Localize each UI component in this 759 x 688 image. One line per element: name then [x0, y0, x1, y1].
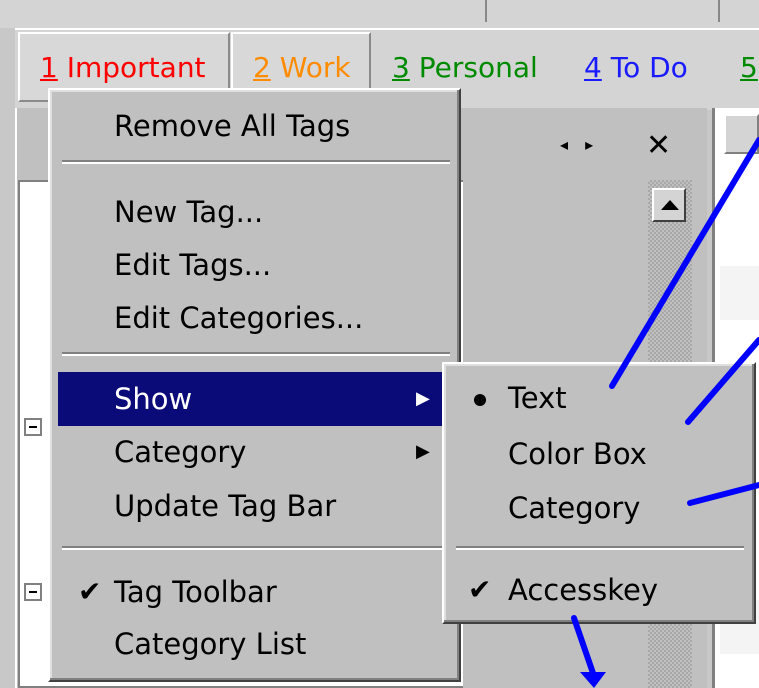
tag-work[interactable]: 2 Work — [253, 52, 351, 84]
tag-todo-label: To Do — [601, 51, 688, 84]
menu-item-remove-all-tags[interactable]: Remove All Tags — [114, 108, 350, 144]
tag-important-key: 1 — [40, 51, 58, 84]
menu-item-edit-categories[interactable]: Edit Categories... — [114, 300, 363, 336]
toolbar-divider — [485, 0, 487, 22]
tag-important-label: Important — [57, 51, 206, 84]
content-row — [720, 266, 759, 320]
submenu-item-color-box[interactable]: Color Box — [508, 436, 647, 472]
menu-item-category-list[interactable]: Category List — [114, 626, 306, 662]
submenu-arrow-icon: ▶ — [416, 441, 430, 462]
window-top-strip — [0, 0, 759, 28]
tag-personal-label: Personal — [409, 51, 538, 84]
submenu-item-accesskey[interactable]: Accesskey — [508, 572, 658, 608]
close-icon[interactable]: ✕ — [646, 128, 671, 163]
tag-todo-key: 4 — [584, 51, 602, 84]
menu-separator — [62, 352, 450, 356]
pane-icon[interactable] — [724, 114, 759, 154]
submenu-item-category[interactable]: Category — [508, 490, 640, 526]
tag-important[interactable]: 1 Important — [40, 52, 206, 84]
menu-item-category[interactable]: Category — [114, 434, 246, 470]
menu-item-tag-toolbar[interactable]: Tag Toolbar — [114, 574, 277, 610]
menu-separator — [62, 160, 450, 164]
tag-personal-key: 3 — [392, 51, 410, 84]
tag-context-menu: Remove All Tags New Tag... Edit Tags... … — [48, 88, 461, 682]
submenu-arrow-icon: ▶ — [416, 388, 430, 409]
tag-personal[interactable]: 3 Personal — [392, 52, 538, 84]
tag-5[interactable]: 5 — [740, 52, 758, 84]
menu-separator — [62, 546, 450, 550]
tree-collapse-icon[interactable] — [24, 583, 42, 601]
scroll-up-button[interactable] — [652, 188, 686, 222]
tag-todo[interactable]: 4 To Do — [584, 52, 688, 84]
show-submenu: Text Color Box Category ✔ Accesskey — [442, 362, 756, 624]
tag-work-label: Work — [270, 51, 351, 84]
tag-5-key: 5 — [740, 51, 758, 84]
tag-work-key: 2 — [253, 51, 271, 84]
check-icon: ✔ — [78, 575, 102, 608]
submenu-item-text[interactable]: Text — [508, 380, 567, 416]
tree-collapse-icon[interactable] — [24, 418, 42, 436]
check-icon: ✔ — [468, 573, 492, 606]
menu-item-edit-tags[interactable]: Edit Tags... — [114, 247, 271, 283]
menu-item-update-tag-bar[interactable]: Update Tag Bar — [114, 488, 336, 524]
panel-nav-arrows[interactable]: ◂ ▸ — [560, 135, 599, 154]
toolbar-divider — [718, 0, 720, 22]
menu-item-new-tag[interactable]: New Tag... — [114, 194, 263, 230]
menu-item-show-label: Show — [114, 382, 193, 416]
menu-separator — [456, 546, 744, 550]
radio-bullet-icon — [474, 394, 486, 406]
menu-item-show[interactable]: Show ▶ — [58, 372, 456, 426]
